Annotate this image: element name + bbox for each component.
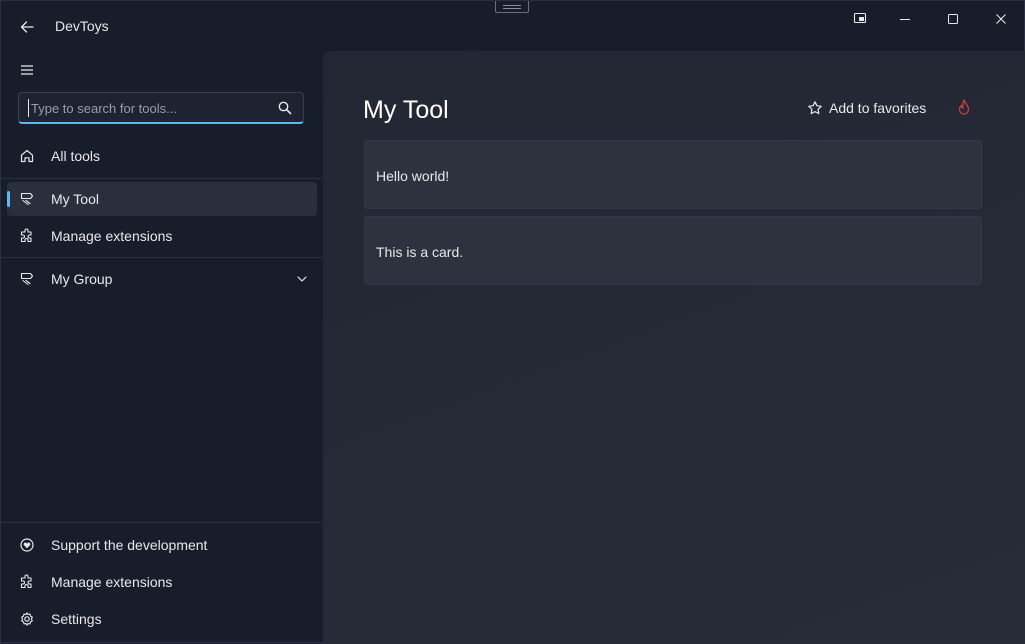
star-icon [808, 101, 822, 115]
maximize-icon [948, 14, 958, 24]
search-icon [278, 101, 292, 115]
title-bar: DevToys [1, 1, 1025, 51]
search-box [18, 92, 304, 124]
sidebar-item-label: Manage extensions [51, 574, 173, 590]
minimize-button[interactable] [885, 6, 925, 32]
back-button[interactable] [13, 13, 41, 41]
page-title: My Tool [363, 96, 449, 124]
compact-overlay-icon [853, 12, 867, 24]
sidebar-item-manage-extensions-footer[interactable]: Manage extensions [7, 565, 317, 599]
compact-overlay-button[interactable] [840, 6, 880, 32]
tool-icon [20, 192, 34, 206]
selection-indicator [7, 191, 10, 207]
add-to-favorites-label: Add to favorites [829, 100, 927, 116]
minimize-icon [900, 19, 910, 20]
sidebar-item-my-tool[interactable]: My Tool [7, 182, 317, 216]
card-text: Hello world! [376, 168, 450, 184]
close-icon [996, 14, 1006, 24]
sidebar-item-settings[interactable]: Settings [7, 602, 317, 636]
app-title: DevToys [55, 18, 109, 34]
sidebar-item-all-tools[interactable]: All tools [7, 139, 317, 173]
flame-icon [958, 99, 970, 115]
home-icon [20, 149, 34, 163]
puzzle-icon [20, 228, 32, 243]
heart-icon [20, 538, 34, 552]
window-drag-handle[interactable] [495, 1, 529, 13]
card: This is a card. [364, 216, 982, 285]
menu-toggle-button[interactable] [13, 56, 41, 84]
sidebar-divider [1, 257, 322, 258]
sidebar-divider [1, 178, 322, 179]
sidebar-footer-divider [1, 522, 322, 523]
add-to-favorites-button[interactable]: Add to favorites [807, 97, 926, 119]
search-button[interactable] [277, 100, 293, 116]
app-window: DevToys Type to search for tools... All … [0, 0, 1025, 644]
tool-icon [20, 272, 34, 286]
arrow-left-icon [20, 21, 34, 33]
puzzle-icon [20, 574, 32, 589]
sidebar-item-label: Settings [51, 611, 102, 627]
sidebar-item-support-development[interactable]: Support the development [7, 528, 317, 562]
card: Hello world! [364, 140, 982, 209]
search-input[interactable] [28, 99, 271, 117]
hamburger-icon [21, 65, 33, 75]
close-button[interactable] [981, 6, 1021, 32]
sidebar-item-label: My Group [51, 271, 113, 287]
sidebar: All tools My Tool Manage extensions [1, 51, 322, 644]
gear-icon [21, 612, 33, 626]
maximize-button[interactable] [933, 6, 973, 32]
card-text: This is a card. [376, 244, 464, 260]
chevron-down-icon[interactable] [295, 272, 309, 286]
sidebar-item-my-group[interactable]: My Group [7, 262, 317, 296]
sidebar-item-label: All tools [51, 148, 101, 164]
sidebar-item-label: Manage extensions [51, 228, 173, 244]
sidebar-item-manage-extensions[interactable]: Manage extensions [7, 219, 317, 253]
smart-detection-button[interactable] [955, 98, 973, 118]
sidebar-item-label: My Tool [51, 191, 99, 207]
sidebar-item-label: Support the development [51, 537, 208, 553]
main-content: My Tool Add to favorites Hello world! Th… [323, 51, 1025, 644]
